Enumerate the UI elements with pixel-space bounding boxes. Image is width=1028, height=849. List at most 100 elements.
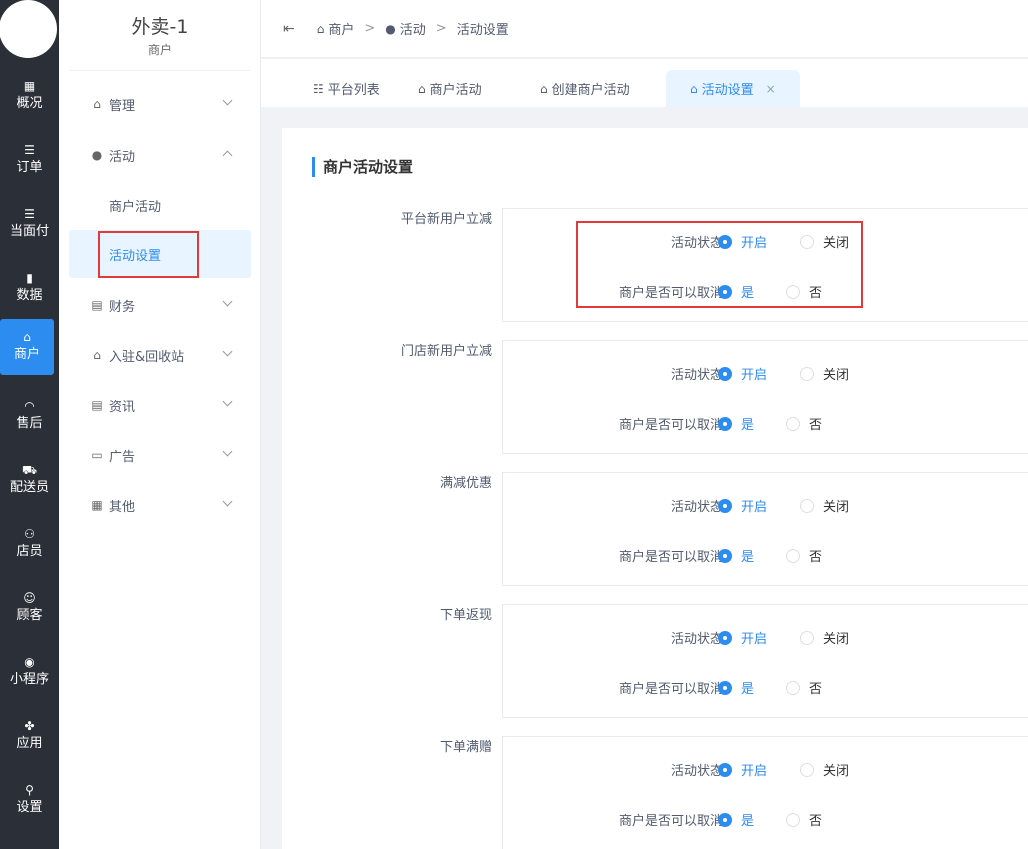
chevron-down-icon [222, 496, 233, 507]
status-off-radio[interactable]: 关闭 [800, 364, 849, 383]
activity-row-label: 满减优惠 [439, 476, 492, 491]
cancel-no-radio[interactable]: 否 [786, 810, 822, 829]
radio-dot [786, 416, 800, 431]
rail-item-data[interactable]: ▮ 数据 [0, 260, 59, 316]
chevron-down-icon [222, 346, 233, 357]
cancel-field: 商户是否可以取消是否 [503, 675, 1028, 699]
cancel-no-radio[interactable]: 否 [786, 546, 822, 565]
brand-subtitle: 商户 [147, 43, 172, 57]
rail-item-merchant[interactable]: ⌂ 商户 [0, 319, 54, 375]
status-off-radio[interactable]: 关闭 [800, 628, 849, 647]
chevron-down-icon [222, 95, 233, 106]
cancel-no-radio[interactable]: 否 [786, 678, 822, 697]
rail-item-staff[interactable]: ⚇ 店员 [0, 516, 59, 572]
rail-item-orders[interactable]: ☰ 订单 [0, 132, 59, 188]
menu-ads[interactable]: ▭ 广告 [69, 435, 251, 475]
menu-entry-recycle[interactable]: ⌂ 入驻&回收站 [69, 335, 251, 375]
activity-row-label: 下单返现 [439, 608, 492, 623]
store-icon: ⌂ [23, 330, 31, 344]
rail-item-customer[interactable]: ☺ 顾客 [0, 580, 59, 636]
menu-finance[interactable]: ▤ 财务 [69, 285, 251, 325]
store-icon: ⌂ [316, 21, 325, 36]
cancel-yes-radio[interactable]: 是 [718, 546, 754, 565]
cancel-yes-radio[interactable]: 是 [718, 414, 754, 433]
status-field: 活动状态 开启 关闭 [503, 493, 1028, 517]
breadcrumb-current: 活动设置 [456, 23, 509, 38]
status-off-radio[interactable]: 关闭 [800, 760, 849, 779]
user-circle-icon: ☺ [23, 591, 36, 605]
rail-item-facepay[interactable]: ☰ 当面付 [0, 196, 59, 252]
tab-create-merchant-activity[interactable]: ⌂ 创建商户活动 [540, 70, 630, 107]
close-icon[interactable]: × [766, 82, 776, 96]
headset-icon: ◠ [24, 399, 35, 413]
radio-dot [718, 548, 732, 563]
top-bar: ⇤ ⌂ 商户 > ● 活动 > 活动设置 [261, 0, 1028, 58]
radio-dot [786, 812, 800, 827]
radio-dot [718, 366, 732, 381]
status-on-radio[interactable]: 开启 [718, 760, 767, 779]
section-title: 商户活动设置 [312, 157, 413, 177]
radio-dot [718, 680, 732, 695]
truck-icon: ⛟ [21, 463, 38, 477]
activity-row: 活动状态 开启 关闭 商户是否可以取消是否 [502, 472, 1028, 586]
status-field: 活动状态 开启 关闭 [503, 625, 1028, 649]
cancel-no-radio[interactable]: 否 [786, 414, 822, 433]
cancel-field: 商户是否可以取消是否 [503, 543, 1028, 567]
rail-item-miniprogram[interactable]: ◉ 小程序 [0, 644, 59, 700]
status-on-radio[interactable]: 开启 [718, 364, 767, 383]
status-field: 活动状态 开启 关闭 [503, 361, 1028, 385]
status-off-radio[interactable]: 关闭 [800, 496, 849, 515]
rail-item-overview[interactable]: ▦ 概况 [0, 68, 59, 124]
highlight-box [576, 221, 863, 308]
radio-dot [800, 366, 814, 381]
chevron-up-icon [222, 150, 233, 161]
avatar[interactable] [0, 0, 57, 58]
grid-icon: ▦ [23, 79, 36, 93]
divider [69, 70, 250, 71]
radio-dot [800, 498, 814, 513]
radio-dot [718, 812, 732, 827]
status-field: 活动状态 开启 关闭 [503, 757, 1028, 781]
activity-row: 活动状态 开启 关闭 商户是否可以取消是否 [502, 736, 1028, 849]
rail-item-courier[interactable]: ⛟ 配送员 [0, 452, 59, 508]
collapse-menu-icon[interactable]: ⇤ [283, 21, 295, 37]
menu-news[interactable]: ▤ 资讯 [69, 385, 251, 425]
apps-icon: ✤ [24, 719, 35, 733]
tab-activity-settings[interactable]: ⌂ 活动设置 × [666, 70, 800, 107]
chevron-down-icon [222, 396, 233, 407]
radio-dot [786, 548, 800, 563]
cancel-field: 商户是否可以取消是否 [503, 807, 1028, 831]
wechat-icon: ◉ [24, 655, 35, 669]
cancel-yes-radio[interactable]: 是 [718, 678, 754, 697]
cancel-yes-radio[interactable]: 是 [718, 810, 754, 829]
status-on-radio[interactable]: 开启 [718, 496, 767, 515]
chevron-down-icon [222, 296, 233, 307]
monitor-icon: ▭ [91, 448, 103, 462]
submenu-merchant-activity[interactable]: 商户活动 [69, 181, 251, 229]
menu-activity[interactable]: ● 活动 [69, 135, 251, 175]
breadcrumb-activity[interactable]: 活动 [400, 19, 426, 38]
store-icon: ⌂ [418, 81, 426, 96]
breadcrumb-merchant[interactable]: 商户 [328, 19, 354, 38]
menu-other[interactable]: ▦ 其他 [69, 485, 251, 525]
menu-manage[interactable]: ⌂ 管理 [69, 84, 251, 124]
brand-title: 外卖-1 [131, 16, 189, 38]
tab-platform-list[interactable]: ☷ 平台列表 [313, 70, 380, 107]
activity-row-label: 门店新用户立减 [400, 344, 492, 359]
main-rail: ▦ 概况 ☰ 订单 ☰ 当面付 ▮ 数据 ⌂ 商户 ◠ 售后 ⛟ 配送员 ⚇ 店员 ☺ 顾客 ◉ 小… [0, 0, 59, 849]
tab-merchant-activity[interactable]: ⌂ 商户活动 [418, 70, 482, 107]
chevron-down-icon [222, 446, 233, 457]
breadcrumb: ⌂ 商户 > ● 活动 > 活动设置 [317, 19, 509, 38]
brand: 外卖-1 商户 [59, 14, 261, 58]
bar-chart-icon: ▮ [26, 271, 33, 285]
radio-dot [800, 630, 814, 645]
user-icon: ● [385, 21, 396, 36]
rail-item-apps[interactable]: ✤ 应用 [0, 708, 59, 764]
status-on-radio[interactable]: 开启 [718, 628, 767, 647]
radio-dot [718, 498, 732, 513]
rail-item-aftersale[interactable]: ◠ 售后 [0, 388, 59, 444]
rail-item-settings[interactable]: ⚲ 设置 [0, 772, 59, 828]
tab-bar: ☷ 平台列表 ⌂ 商户活动 ⌂ 创建商户活动 ⌂ 活动设置 × [261, 59, 1028, 107]
activity-row: 活动状态 开启 关闭 商户是否可以取消是否 [502, 340, 1028, 454]
activity-row-label: 平台新用户立减 [400, 212, 492, 227]
